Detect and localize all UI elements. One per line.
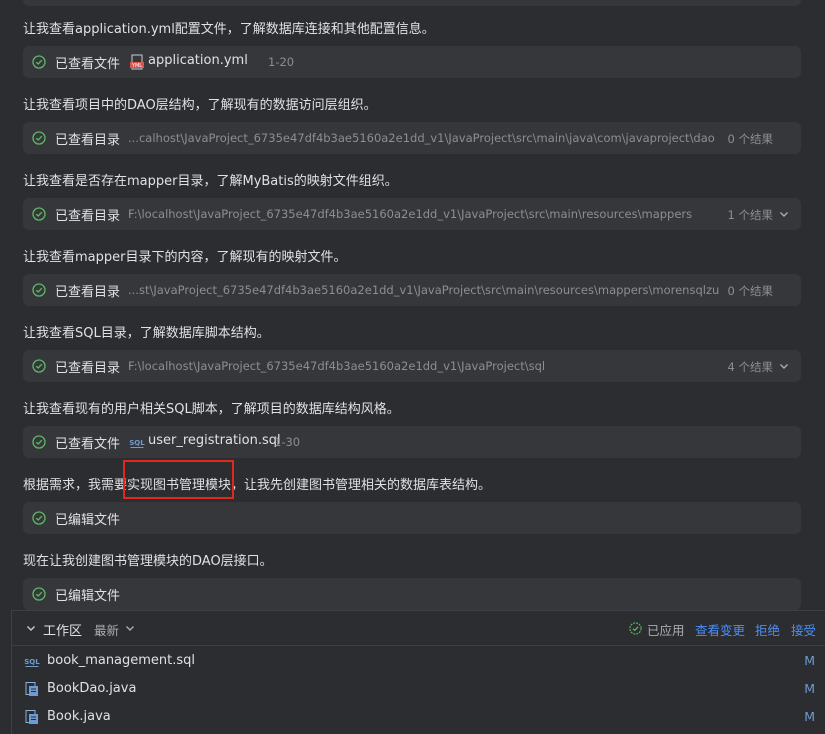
result-count: 0 个结果 [727, 284, 773, 298]
tool-card-view-directory[interactable]: 已查看目录 ...st\JavaProject_6735e47df4b3ae51… [23, 274, 801, 306]
tool-card-view-directory[interactable]: 已查看目录 F:\localhost\JavaProject_6735e47df… [23, 198, 801, 230]
file-name[interactable]: user_registration.sql [148, 433, 281, 448]
directory-path: ...calhost\JavaProject_6735e47df4b3ae516… [128, 131, 715, 145]
applied-status: 已应用 [647, 623, 685, 638]
assistant-message: 根据需求，我需要实现图书管理模块，让我先创建图书管理相关的数据库表结构。 [23, 478, 492, 493]
result-count: 1 个结果 [727, 208, 773, 222]
file-name[interactable]: application.yml [148, 53, 248, 68]
tool-action-label: 已查看目录 [55, 285, 121, 300]
view-changes-button[interactable]: 查看变更 [695, 620, 745, 639]
assistant-message: 让我查看SQL目录，了解数据库脚本结构。 [23, 326, 270, 341]
workspace-header: 工作区 最新 已应用 查看变更 拒绝 接受 [12, 611, 825, 646]
directory-path: F:\localhost\JavaProject_6735e47df4b3ae5… [128, 359, 546, 373]
java-file-icon [25, 710, 38, 724]
workspace-title[interactable]: 工作区 [43, 620, 82, 639]
result-count: 0 个结果 [727, 132, 773, 146]
assistant-message: 现在让我创建图书管理模块的DAO层接口。 [23, 554, 273, 569]
workspace-file-name: BookDao.java [47, 681, 137, 696]
assistant-message: 让我查看现有的用户相关SQL脚本，了解项目的数据库结构风格。 [23, 402, 400, 417]
chat-log: 让我查看application.yml配置文件，了解数据库连接和其他配置信息。 … [0, 0, 825, 610]
tool-card-view-file[interactable]: 已查看文件 SQL user_registration.sql 1-30 [23, 426, 801, 458]
workspace-file-row[interactable]: BookDao.java M [12, 675, 825, 703]
directory-path: ...st\JavaProject_6735e47df4b3ae5160a2e1… [128, 283, 720, 297]
sql-file-icon: SQL [129, 439, 145, 448]
chevron-down-icon[interactable] [124, 622, 136, 634]
previous-card-edge [23, 0, 801, 6]
svg-text:SQL: SQL [129, 439, 145, 447]
assistant-message: 让我查看mapper目录下的内容，了解现有的映射文件。 [23, 250, 347, 265]
check-circle-icon [32, 587, 46, 601]
java-file-icon [25, 682, 38, 696]
line-range: 1-20 [268, 55, 295, 69]
check-circle-icon [32, 55, 46, 69]
directory-path: F:\localhost\JavaProject_6735e47df4b3ae5… [128, 207, 693, 221]
file-status-badge: M [804, 653, 815, 668]
sql-file-icon: SQL [24, 658, 40, 667]
file-status-badge: M [804, 709, 815, 724]
tool-action-label: 已查看文件 [55, 57, 121, 72]
svg-text:SQL: SQL [24, 658, 40, 666]
tool-card-edit-file[interactable]: 已编辑文件 [23, 502, 801, 534]
reject-button[interactable]: 拒绝 [755, 620, 780, 639]
check-circle-icon [32, 511, 46, 525]
workspace-file-row[interactable]: Book.java M [12, 703, 825, 731]
workspace-panel: 工作区 最新 已应用 查看变更 拒绝 接受 SQL book_managemen… [11, 610, 825, 734]
chevron-down-icon[interactable] [778, 360, 790, 372]
workspace-file-row[interactable]: SQL book_management.sql M [12, 647, 825, 675]
tool-action-label: 已查看目录 [55, 133, 121, 148]
sort-dropdown[interactable]: 最新 [94, 620, 119, 639]
assistant-message: 让我查看项目中的DAO层结构，了解现有的数据访问层组织。 [23, 98, 377, 113]
chevron-down-icon[interactable] [778, 208, 790, 220]
tool-card-view-directory[interactable]: 已查看目录 F:\localhost\JavaProject_6735e47df… [23, 350, 801, 382]
tool-action-label: 已查看目录 [55, 209, 121, 224]
tool-card-view-file[interactable]: 已查看文件 YML application.yml 1-20 [23, 46, 801, 78]
tool-card-edit-file[interactable]: 已编辑文件 [23, 578, 801, 610]
tool-action-label: 已查看文件 [55, 437, 121, 452]
workspace-file-name: book_management.sql [47, 653, 196, 668]
tool-action-label: 已编辑文件 [55, 513, 121, 528]
svg-text:YML: YML [131, 63, 142, 69]
workspace-file-name: Book.java [47, 709, 111, 724]
check-circle-icon [32, 207, 46, 221]
tool-card-view-directory[interactable]: 已查看目录 ...calhost\JavaProject_6735e47df4b… [23, 122, 801, 154]
assistant-message: 让我查看是否存在mapper目录，了解MyBatis的映射文件组织。 [23, 174, 398, 189]
assistant-message: 让我查看application.yml配置文件，了解数据库连接和其他配置信息。 [23, 22, 435, 37]
check-circle-icon [32, 359, 46, 373]
tool-action-label: 已编辑文件 [55, 589, 121, 604]
check-circle-icon [32, 435, 46, 449]
tool-action-label: 已查看目录 [55, 361, 121, 376]
result-count: 4 个结果 [727, 360, 773, 374]
check-circle-icon [629, 622, 642, 635]
accept-button[interactable]: 接受 [791, 620, 816, 639]
check-circle-icon [32, 131, 46, 145]
line-range: 1-30 [274, 435, 301, 449]
file-status-badge: M [804, 681, 815, 696]
yml-file-icon: YML [130, 54, 144, 70]
chevron-down-icon[interactable] [25, 622, 37, 634]
check-circle-icon [32, 283, 46, 297]
